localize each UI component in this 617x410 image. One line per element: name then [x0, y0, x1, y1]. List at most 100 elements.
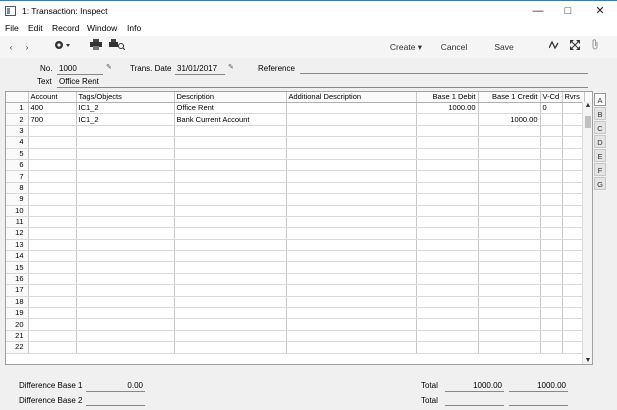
cell-credit[interactable] [478, 159, 541, 172]
cell-account[interactable]: 400 [28, 102, 77, 115]
cell-description[interactable]: Office Rent [174, 102, 287, 115]
cell-debit[interactable] [416, 182, 479, 195]
cell-rvrs[interactable] [562, 330, 585, 343]
cell-description[interactable] [174, 170, 287, 183]
menu-info[interactable]: Info [127, 23, 141, 33]
text-field[interactable]: Office Rent [59, 77, 99, 86]
cell-rvrs[interactable] [562, 273, 585, 286]
cell-rvrs[interactable] [562, 125, 585, 138]
cell-debit[interactable] [416, 307, 479, 320]
row-number[interactable]: 20 [6, 318, 29, 331]
column-header-credit[interactable]: Base 1 Credit [478, 92, 541, 103]
cell-tags[interactable] [76, 170, 175, 183]
row-number[interactable]: 9 [6, 193, 29, 206]
cell-credit[interactable] [478, 273, 541, 286]
cell-tags[interactable] [76, 182, 175, 195]
tab-d[interactable]: D [594, 135, 606, 148]
cell-account[interactable] [28, 193, 77, 206]
tab-a[interactable]: A [594, 93, 606, 106]
cell-additional-description[interactable] [286, 307, 417, 320]
cell-account[interactable] [28, 170, 77, 183]
table-row[interactable]: 3 [6, 125, 585, 138]
cell-account[interactable] [28, 273, 77, 286]
cell-rvrs[interactable] [562, 239, 585, 252]
cell-description[interactable] [174, 216, 287, 229]
row-number[interactable]: 3 [6, 125, 29, 138]
table-row[interactable]: 21 [6, 330, 585, 343]
cell-description[interactable] [174, 284, 287, 297]
cell-additional-description[interactable] [286, 136, 417, 149]
cell-additional-description[interactable] [286, 125, 417, 138]
cell-tags[interactable] [76, 239, 175, 252]
cell-rvrs[interactable] [562, 205, 585, 217]
cell-vcd[interactable] [540, 239, 563, 252]
menu-record[interactable]: Record [52, 23, 79, 33]
cell-account[interactable] [28, 307, 77, 320]
cell-debit[interactable] [416, 227, 479, 240]
cell-description[interactable] [174, 205, 287, 217]
cell-credit[interactable] [478, 261, 541, 274]
menu-edit[interactable]: Edit [28, 23, 43, 33]
cell-description[interactable] [174, 296, 287, 309]
cell-debit[interactable] [416, 216, 479, 229]
table-row[interactable]: 14 [6, 250, 585, 263]
cell-rvrs[interactable] [562, 193, 585, 206]
cell-debit[interactable] [416, 330, 479, 343]
cell-rvrs[interactable] [562, 182, 585, 195]
cell-tags[interactable] [76, 159, 175, 172]
cell-vcd[interactable] [540, 318, 563, 331]
trans-date-field[interactable]: 31/01/2017 [177, 64, 217, 73]
table-row[interactable]: 10 [6, 205, 585, 217]
row-number[interactable]: 2 [6, 113, 29, 126]
cell-tags[interactable] [76, 284, 175, 297]
cell-credit[interactable] [478, 296, 541, 309]
table-row[interactable]: 9 [6, 193, 585, 206]
cell-additional-description[interactable] [286, 284, 417, 297]
cell-debit[interactable] [416, 159, 479, 172]
table-row[interactable]: 8 [6, 182, 585, 195]
cell-tags[interactable] [76, 216, 175, 229]
cell-debit[interactable] [416, 205, 479, 217]
cell-tags[interactable] [76, 193, 175, 206]
cancel-button[interactable]: Cancel [437, 39, 471, 55]
cell-debit[interactable] [416, 148, 479, 160]
cell-credit[interactable] [478, 341, 541, 354]
cell-vcd[interactable] [540, 296, 563, 309]
scroll-thumb[interactable] [585, 116, 591, 128]
attachment-icon[interactable] [589, 39, 601, 55]
row-number[interactable]: 17 [6, 284, 29, 297]
cell-account[interactable] [28, 216, 77, 229]
cell-account[interactable] [28, 239, 77, 252]
cell-tags[interactable] [76, 307, 175, 320]
cell-tags[interactable] [76, 227, 175, 240]
cell-credit[interactable] [478, 239, 541, 252]
cell-additional-description[interactable] [286, 216, 417, 229]
cell-additional-description[interactable] [286, 273, 417, 286]
cell-account[interactable] [28, 330, 77, 343]
table-row[interactable]: 17 [6, 284, 585, 297]
table-row[interactable]: 4 [6, 136, 585, 149]
cell-additional-description[interactable] [286, 318, 417, 331]
cell-tags[interactable]: IC1_2 [76, 102, 175, 115]
cell-tags[interactable] [76, 205, 175, 217]
cell-debit[interactable] [416, 318, 479, 331]
table-row[interactable]: 15 [6, 261, 585, 274]
next-record-icon[interactable]: › [22, 39, 32, 55]
cell-description[interactable]: Bank Current Account [174, 113, 287, 126]
cell-description[interactable] [174, 307, 287, 320]
row-number[interactable]: 7 [6, 170, 29, 183]
cell-vcd[interactable] [540, 205, 563, 217]
cell-rvrs[interactable] [562, 148, 585, 160]
tab-f[interactable]: F [594, 163, 606, 176]
cell-description[interactable] [174, 239, 287, 252]
row-number[interactable]: 16 [6, 273, 29, 286]
tab-b[interactable]: B [594, 107, 606, 120]
row-number[interactable]: 6 [6, 159, 29, 172]
table-row[interactable]: 20 [6, 318, 585, 331]
row-number[interactable]: 22 [6, 341, 29, 354]
cell-debit[interactable] [416, 296, 479, 309]
table-row[interactable]: 13 [6, 239, 585, 252]
date-paste-icon[interactable]: ✎ [228, 63, 234, 71]
cell-description[interactable] [174, 341, 287, 354]
cell-vcd[interactable] [540, 159, 563, 172]
